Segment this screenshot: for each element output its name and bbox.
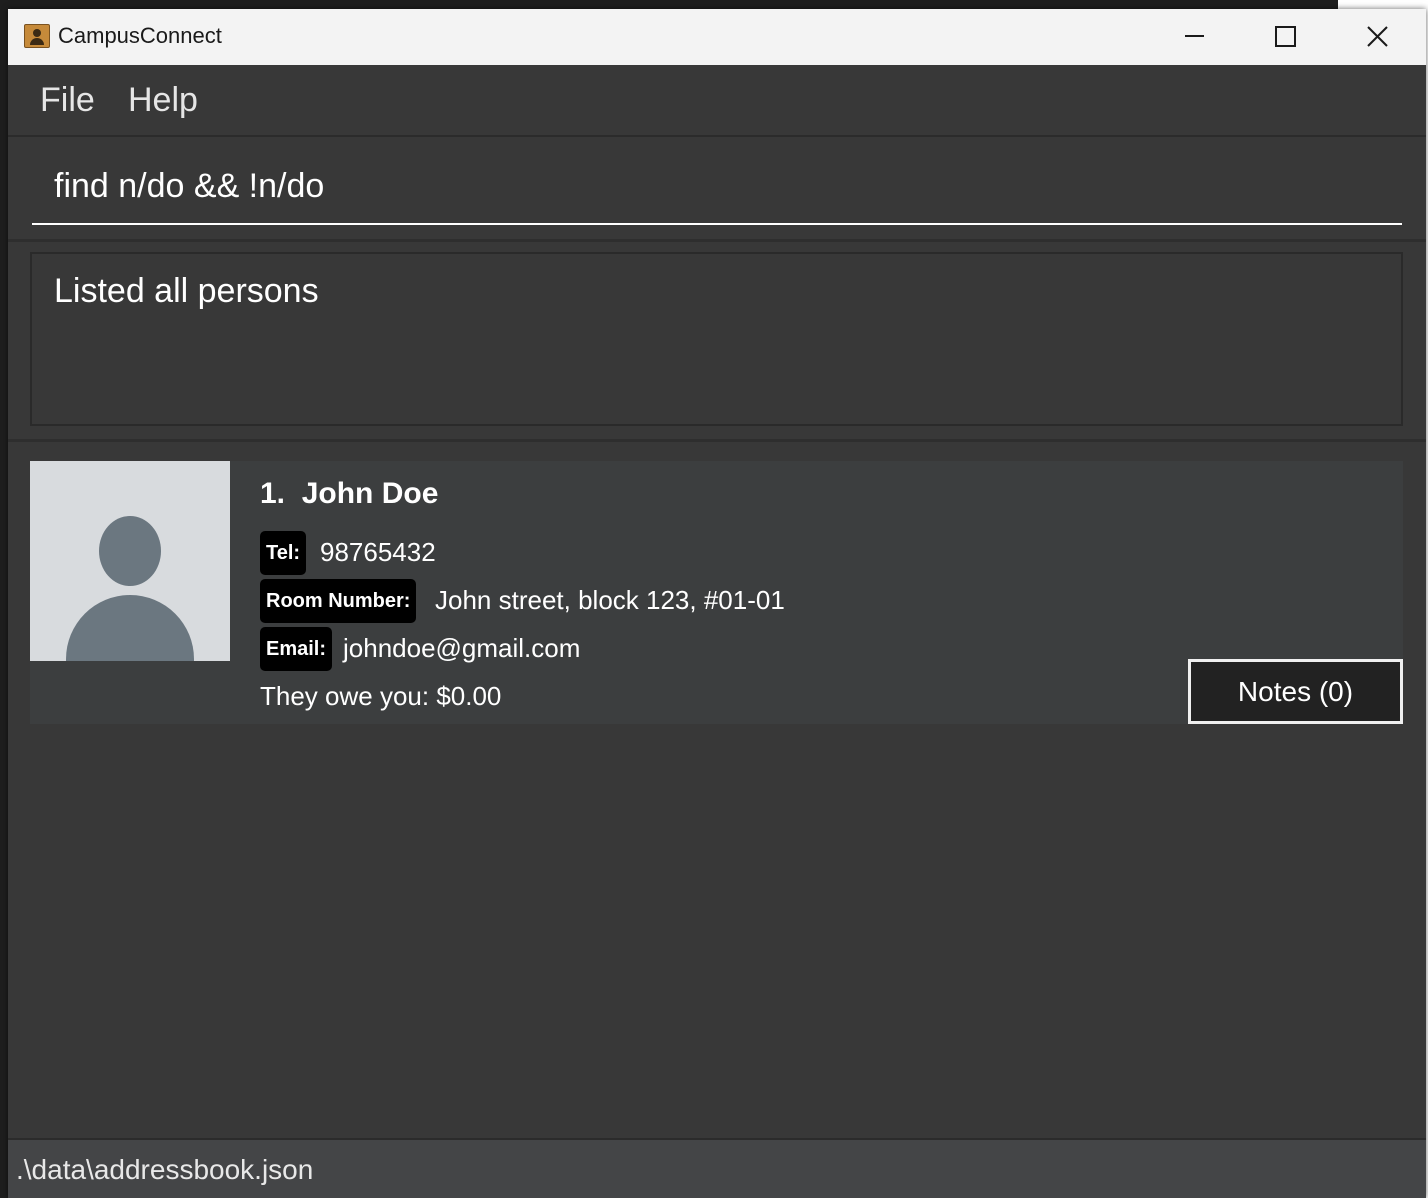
- address-book-icon: [24, 24, 50, 48]
- status-bar: .\data\addressbook.json: [8, 1138, 1426, 1198]
- email-label: Email:: [260, 627, 333, 671]
- avatar-body: [66, 595, 194, 661]
- result-display[interactable]: Listed all persons: [30, 252, 1403, 426]
- app-window: CampusConnect File Help find n/do && !n/…: [8, 9, 1426, 1198]
- command-input[interactable]: find n/do && !n/do: [32, 155, 1402, 225]
- command-box-panel: find n/do && !n/do: [8, 137, 1426, 242]
- menu-file[interactable]: File: [40, 81, 95, 120]
- tel-label: Tel:: [260, 531, 307, 575]
- avatar: [30, 461, 230, 661]
- person-list[interactable]: 1. John Doe Tel: 98765432 Room Number: J…: [8, 443, 1426, 1138]
- menu-help[interactable]: Help: [128, 81, 198, 120]
- notes-button[interactable]: Notes (0): [1188, 659, 1403, 724]
- close-icon: [1367, 26, 1388, 47]
- avatar-head: [99, 516, 161, 586]
- maximize-icon: [1275, 26, 1296, 47]
- command-input-text: find n/do && !n/do: [54, 167, 325, 205]
- result-display-panel: Listed all persons: [8, 243, 1426, 442]
- result-message: Listed all persons: [54, 272, 319, 310]
- email-value: johndoe@gmail.com: [343, 633, 581, 663]
- close-button[interactable]: [1332, 9, 1424, 65]
- person-index: 1.: [260, 477, 286, 510]
- maximize-button[interactable]: [1240, 9, 1332, 65]
- title-bar[interactable]: CampusConnect: [8, 9, 1426, 65]
- menu-bar: File Help: [8, 65, 1426, 137]
- room-value: John street, block 123, #01-01: [435, 585, 785, 615]
- save-file-path: .\data\addressbook.json: [16, 1154, 314, 1185]
- person-name: John Doe: [301, 477, 439, 510]
- room-label: Room Number:: [260, 579, 417, 623]
- owe-amount: They owe you: $0.00: [260, 681, 502, 711]
- person-card[interactable]: 1. John Doe Tel: 98765432 Room Number: J…: [30, 461, 1403, 724]
- minimize-icon: [1185, 35, 1204, 37]
- minimize-button[interactable]: [1148, 9, 1240, 65]
- tel-value: 98765432: [320, 537, 436, 567]
- person-name-line: 1. John Doe: [260, 477, 438, 511]
- window-title: CampusConnect: [58, 23, 222, 48]
